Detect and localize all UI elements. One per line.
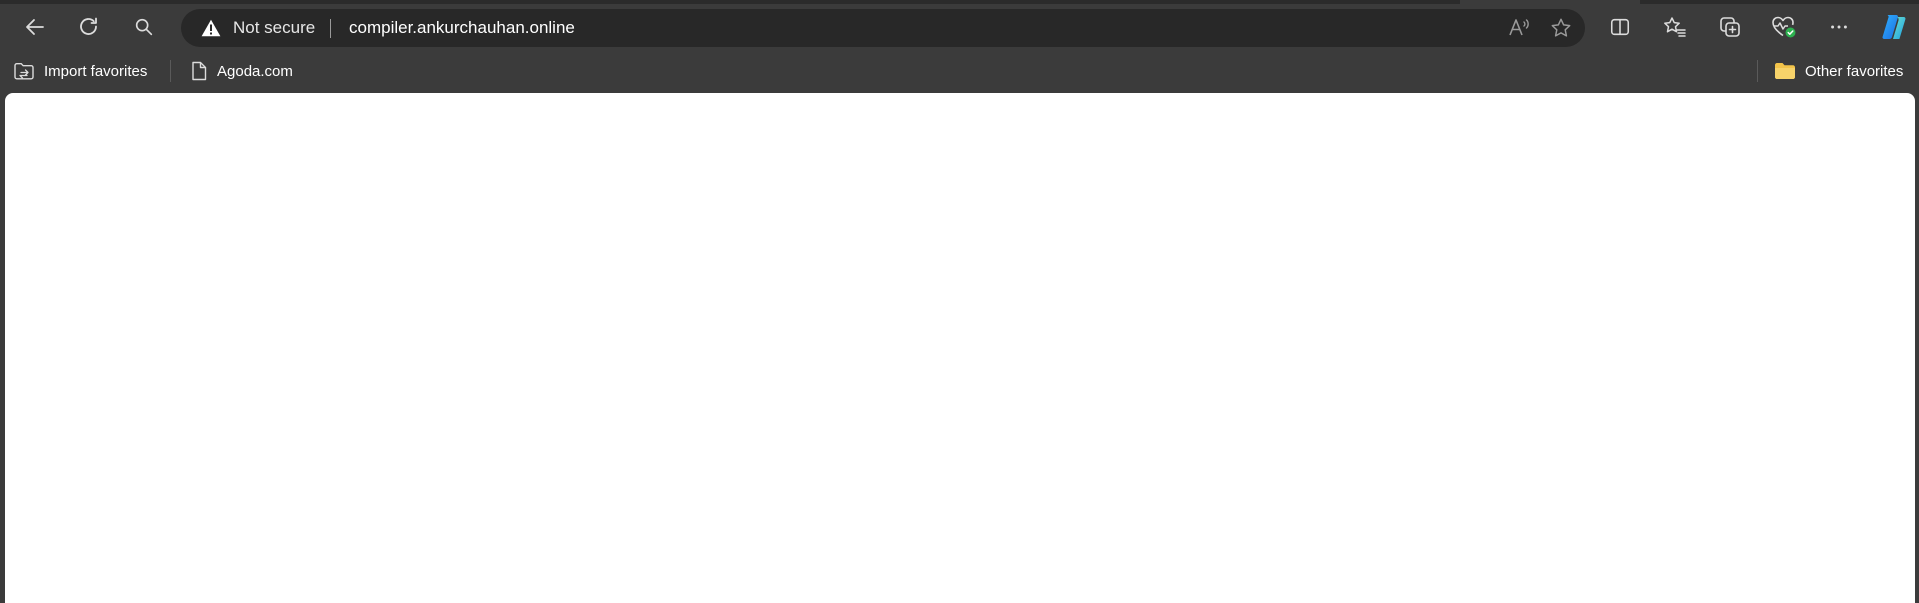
page-icon (192, 61, 207, 81)
split-screen-button[interactable] (1600, 8, 1640, 46)
agoda-label: Agoda.com (217, 62, 293, 80)
browser-toolbar: Not secure compiler.ankurchauhan.online (0, 4, 1919, 49)
refresh-button[interactable] (69, 8, 109, 46)
star-icon (1551, 18, 1571, 37)
page-content[interactable] (5, 93, 1915, 603)
favorites-separator (1757, 60, 1758, 82)
read-aloud-button[interactable] (1504, 13, 1536, 43)
warning-triangle-icon[interactable] (201, 19, 221, 37)
import-favorites-label: Import favorites (44, 62, 148, 80)
refresh-icon (80, 17, 97, 35)
other-favorites-label: Other favorites (1805, 62, 1904, 80)
favorites-list-icon (1664, 17, 1686, 37)
security-status-label[interactable]: Not secure (233, 18, 315, 38)
collections-icon (1720, 17, 1740, 37)
import-favorites-link[interactable]: Import favorites (13, 57, 147, 85)
more-dots-icon (1831, 25, 1847, 29)
search-icon (135, 18, 153, 36)
copilot-icon (1882, 15, 1906, 39)
import-favorites-icon (14, 63, 34, 80)
favorites-button[interactable] (1655, 8, 1695, 46)
favorites-separator (170, 60, 171, 82)
search-button[interactable] (124, 8, 164, 46)
other-favorites-folder[interactable]: Other favorites (1774, 57, 1903, 85)
favorite-agoda[interactable]: Agoda.com (190, 57, 293, 85)
copilot-button[interactable] (1874, 8, 1914, 46)
read-aloud-icon (1509, 19, 1529, 36)
url-text[interactable]: compiler.ankurchauhan.online (349, 18, 575, 38)
split-screen-icon (1610, 18, 1630, 36)
settings-more-button[interactable] (1819, 8, 1859, 46)
address-bar[interactable]: Not secure compiler.ankurchauhan.online (181, 9, 1585, 47)
add-favorite-button[interactable] (1545, 13, 1577, 43)
favorites-bar: Import favorites Agoda.com Other favorit… (0, 51, 1919, 91)
back-button[interactable] (15, 8, 55, 46)
address-separator (330, 19, 331, 38)
browser-essentials-button[interactable] (1764, 8, 1804, 46)
collections-button[interactable] (1710, 8, 1750, 46)
back-arrow-icon (26, 19, 44, 35)
folder-icon (1775, 63, 1795, 79)
heart-pulse-icon (1772, 16, 1796, 38)
